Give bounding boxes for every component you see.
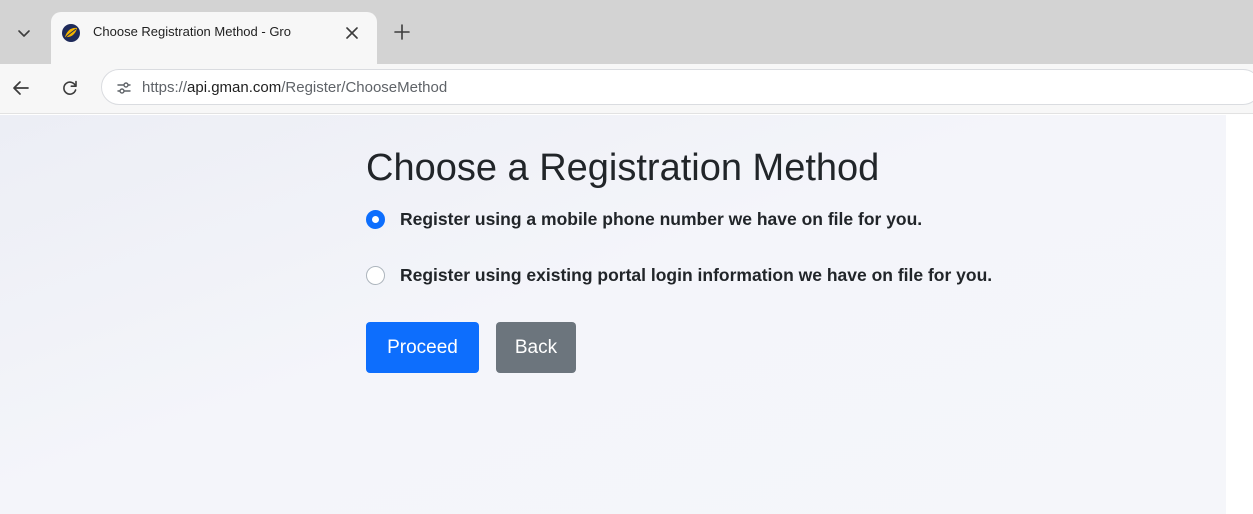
back-button[interactable]: Back [496,322,576,373]
url-host: api.gman.com [187,79,282,96]
url-path: /Register/ChooseMethod [281,79,448,96]
plus-icon [394,24,410,40]
browser-window: Choose Registration Method - Gro https:/… [0,0,1253,514]
reload-icon [63,80,77,95]
option-label-mobile-phone: Register using a mobile phone number we … [400,209,923,229]
tab-search-button[interactable] [8,17,40,49]
tune-icon[interactable] [115,79,133,97]
browser-toolbar: https://api.gman.com/Register/ChooseMeth… [0,64,1253,114]
chevron-down-icon [18,30,30,37]
page-edge [1226,115,1253,514]
radio-mobile-phone[interactable] [366,210,385,229]
option-mobile-phone[interactable]: Register using a mobile phone number we … [366,209,922,230]
tab-active[interactable]: Choose Registration Method - Gro [51,12,377,64]
tab-close-button[interactable] [341,22,363,44]
tab-title: Choose Registration Method - Gro [93,24,291,39]
new-tab-button[interactable] [387,17,417,47]
option-portal-login[interactable]: Register using existing portal login inf… [366,265,992,286]
url-scheme: https:// [142,79,188,96]
arrow-left-icon [13,81,29,95]
radio-portal-login[interactable] [366,266,385,285]
url-text[interactable]: https://api.gman.com/Register/ChooseMeth… [142,79,447,96]
address-bar[interactable]: https://api.gman.com/Register/ChooseMeth… [101,69,1253,105]
page-title: Choose a Registration Method [366,147,880,189]
option-label-portal-login: Register using existing portal login inf… [400,265,993,285]
proceed-button[interactable]: Proceed [366,322,479,373]
leaf-logo-icon [62,24,80,42]
page-content: Choose a Registration Method Register us… [0,115,1253,514]
tab-strip: Choose Registration Method - Gro [0,0,1253,64]
reload-button[interactable] [55,73,85,103]
close-icon [346,27,358,39]
back-nav-button[interactable] [6,73,36,103]
